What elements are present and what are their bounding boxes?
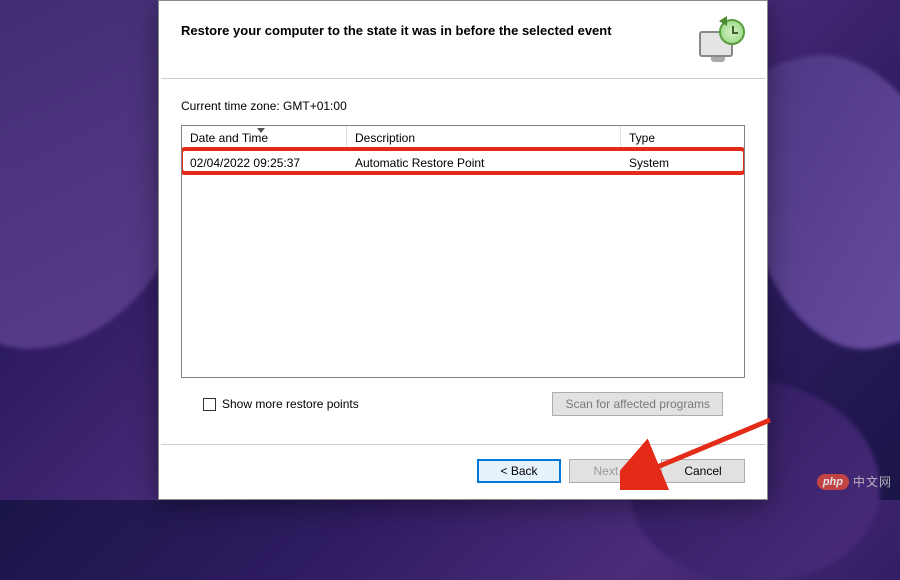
show-more-label: Show more restore points	[222, 397, 359, 411]
column-header-datetime[interactable]: Date and Time	[182, 126, 347, 150]
cancel-button[interactable]: Cancel	[661, 459, 745, 483]
system-restore-dialog: Restore your computer to the state it wa…	[158, 0, 768, 500]
cell-description: Automatic Restore Point	[347, 154, 621, 172]
table-row[interactable]: 02/04/2022 09:25:37 Automatic Restore Po…	[182, 151, 744, 175]
watermark-text: 中文网	[853, 473, 892, 490]
watermark: php 中文网	[817, 473, 892, 490]
show-more-checkbox[interactable]: Show more restore points	[203, 397, 359, 411]
restore-points-table: Date and Time Description Type 02/04/202…	[181, 125, 745, 378]
column-header-datetime-label: Date and Time	[190, 131, 268, 145]
table-header-row: Date and Time Description Type	[182, 126, 744, 151]
checkbox-icon	[203, 398, 216, 411]
dialog-title: Restore your computer to the state it wa…	[181, 19, 612, 38]
footer-controls: Show more restore points Scan for affect…	[181, 378, 745, 434]
system-restore-icon	[695, 19, 745, 64]
watermark-badge: php	[817, 474, 849, 490]
cell-type: System	[621, 154, 744, 172]
dialog-body: Current time zone: GMT+01:00 Date and Ti…	[159, 79, 767, 444]
next-button[interactable]: Next >	[569, 459, 653, 483]
table-body: 02/04/2022 09:25:37 Automatic Restore Po…	[182, 151, 744, 175]
column-header-type[interactable]: Type	[621, 126, 744, 150]
column-header-description[interactable]: Description	[347, 126, 621, 150]
scan-affected-button[interactable]: Scan for affected programs	[552, 392, 723, 416]
cell-datetime: 02/04/2022 09:25:37	[182, 154, 347, 172]
timezone-label: Current time zone: GMT+01:00	[181, 99, 745, 113]
wizard-buttons: < Back Next > Cancel	[159, 445, 767, 499]
sort-descending-icon	[257, 128, 265, 133]
back-button[interactable]: < Back	[477, 459, 561, 483]
dialog-header: Restore your computer to the state it wa…	[159, 1, 767, 78]
